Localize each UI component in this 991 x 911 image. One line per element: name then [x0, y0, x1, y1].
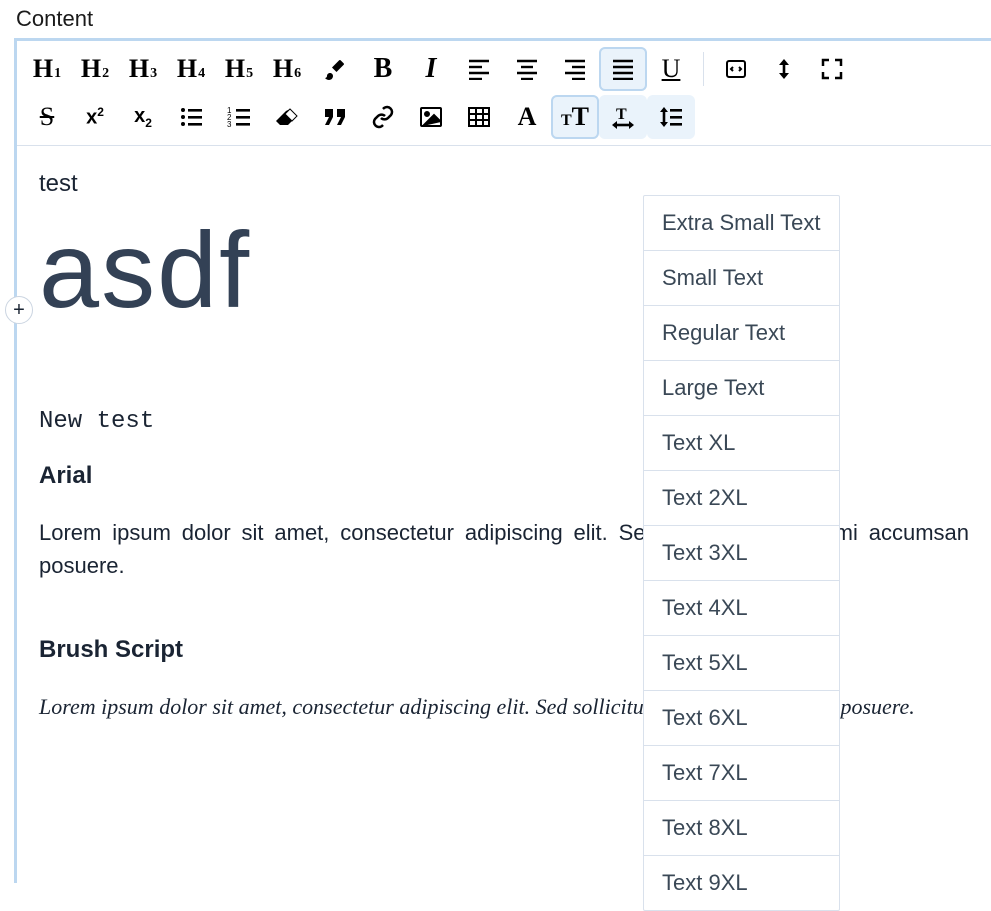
font-size-icon: TT — [561, 102, 589, 132]
code-icon — [724, 57, 748, 81]
h3-icon: H3 — [129, 54, 157, 84]
brush-icon — [323, 57, 347, 81]
align-right-button[interactable] — [551, 47, 599, 91]
h4-button[interactable]: H4 — [167, 47, 215, 91]
dropdown-item[interactable]: Small Text — [644, 251, 839, 306]
h3-button[interactable]: H3 — [119, 47, 167, 91]
bold-icon: B — [374, 53, 393, 85]
text-width-icon: T — [610, 105, 636, 129]
ordered-list-icon: 123 — [227, 106, 251, 128]
align-center-icon — [515, 58, 539, 80]
align-left-button[interactable] — [455, 47, 503, 91]
font-family-button[interactable]: A — [503, 95, 551, 139]
ordered-list-button[interactable]: 123 — [215, 95, 263, 139]
dropdown-item[interactable]: Text 9XL — [644, 856, 839, 910]
h2-button[interactable]: H2 — [71, 47, 119, 91]
h6-icon: H6 — [273, 54, 301, 84]
align-right-icon — [563, 58, 587, 80]
align-left-icon — [467, 58, 491, 80]
italic-button[interactable]: I — [407, 47, 455, 91]
link-button[interactable] — [359, 95, 407, 139]
dropdown-item[interactable]: Text 7XL — [644, 746, 839, 801]
line-height-button[interactable] — [647, 95, 695, 139]
color-button[interactable] — [311, 47, 359, 91]
subscript-icon: x2 — [134, 105, 152, 130]
dropdown-item[interactable]: Regular Text — [644, 306, 839, 361]
h1-button[interactable]: H1 — [23, 47, 71, 91]
page-label: Content — [0, 0, 991, 38]
bold-button[interactable]: B — [359, 47, 407, 91]
svg-text:T: T — [616, 106, 627, 123]
font-size-button[interactable]: TT — [551, 95, 599, 139]
dropdown-item[interactable]: Text 5XL — [644, 636, 839, 691]
code-view-button[interactable] — [712, 47, 760, 91]
font-size-dropdown: Extra Small Text Small Text Regular Text… — [643, 195, 840, 911]
italic-icon: I — [426, 53, 437, 85]
subscript-button[interactable]: x2 — [119, 95, 167, 139]
line-height-icon — [658, 105, 684, 129]
superscript-icon: x2 — [86, 105, 104, 130]
table-button[interactable] — [455, 95, 503, 139]
h2-icon: H2 — [81, 54, 109, 84]
font-icon: A — [518, 102, 537, 132]
link-icon — [371, 105, 395, 129]
superscript-button[interactable]: x2 — [71, 95, 119, 139]
expand-icon — [820, 57, 844, 81]
align-justify-button[interactable] — [599, 47, 647, 91]
h6-button[interactable]: H6 — [263, 47, 311, 91]
plus-icon: + — [13, 299, 25, 322]
dropdown-item[interactable]: Text 8XL — [644, 801, 839, 856]
bullet-list-button[interactable] — [167, 95, 215, 139]
svg-text:3: 3 — [227, 120, 232, 128]
blockquote-button[interactable] — [311, 95, 359, 139]
strike-button[interactable]: S — [23, 95, 71, 139]
dropdown-item[interactable]: Text XL — [644, 416, 839, 471]
align-justify-icon — [611, 58, 635, 80]
text-width-button[interactable]: T — [599, 95, 647, 139]
h5-button[interactable]: H5 — [215, 47, 263, 91]
editor-content[interactable]: test asdf New test Arial Lorem ipsum dol… — [17, 146, 991, 765]
image-icon — [419, 106, 443, 128]
toolbar: H1 H2 H3 H4 H5 H6 B I — [17, 41, 991, 146]
h5-icon: H5 — [225, 54, 253, 84]
underline-button[interactable]: U — [647, 47, 695, 91]
strike-icon: S — [40, 102, 54, 132]
editor-frame: H1 H2 H3 H4 H5 H6 B I — [14, 38, 991, 883]
h4-icon: H4 — [177, 54, 205, 84]
dropdown-item[interactable]: Text 4XL — [644, 581, 839, 636]
caret-button[interactable] — [760, 47, 808, 91]
add-block-button[interactable]: + — [5, 296, 33, 324]
dropdown-item[interactable]: Text 2XL — [644, 471, 839, 526]
dropdown-item[interactable]: Text 6XL — [644, 691, 839, 746]
eraser-button[interactable] — [263, 95, 311, 139]
image-button[interactable] — [407, 95, 455, 139]
align-center-button[interactable] — [503, 47, 551, 91]
dropdown-item[interactable]: Extra Small Text — [644, 196, 839, 251]
toolbar-separator — [703, 52, 704, 86]
text-height-icon — [773, 57, 795, 81]
fullscreen-button[interactable] — [808, 47, 856, 91]
underline-icon: U — [662, 54, 681, 84]
dropdown-item[interactable]: Large Text — [644, 361, 839, 416]
bullet-list-icon — [179, 106, 203, 128]
quote-icon — [323, 107, 347, 127]
eraser-icon — [274, 107, 300, 127]
dropdown-item[interactable]: Text 3XL — [644, 526, 839, 581]
h1-icon: H1 — [33, 54, 61, 84]
table-icon — [467, 106, 491, 128]
